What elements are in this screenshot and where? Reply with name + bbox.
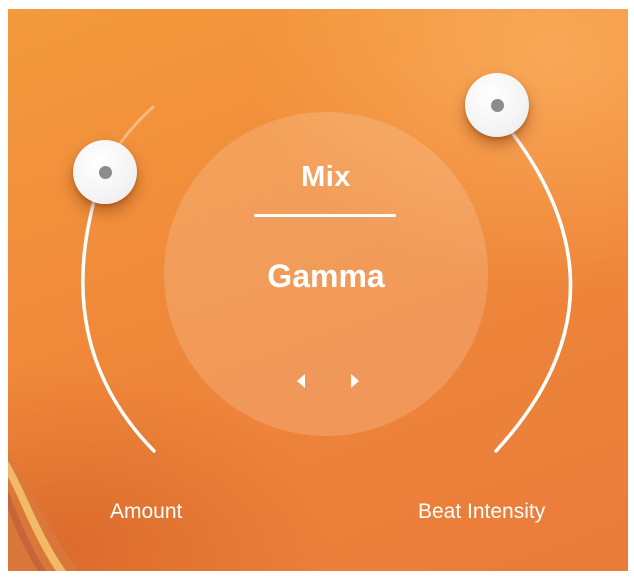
next-preset-button[interactable]	[343, 369, 367, 393]
caret-right-icon	[351, 374, 359, 388]
beat-intensity-track-active	[494, 132, 573, 453]
amount-knob[interactable]	[73, 140, 137, 204]
knob-handle-icon	[490, 98, 504, 112]
amount-label: Amount	[110, 500, 183, 523]
mix-title: Mix	[301, 161, 351, 193]
prev-preset-button[interactable]	[289, 369, 313, 393]
knob-handle-icon	[98, 165, 112, 179]
mix-divider	[254, 214, 396, 217]
beat-intensity-label: Beat Intensity	[418, 500, 546, 523]
preset-name: Gamma	[267, 258, 385, 294]
caret-left-icon	[297, 374, 305, 388]
mix-panel: Mix Gamma Amount Beat Intensity	[8, 9, 628, 571]
beat-intensity-knob[interactable]	[465, 73, 529, 137]
mix-selector: Mix Gamma	[164, 112, 488, 436]
amount-track-active	[81, 167, 156, 453]
